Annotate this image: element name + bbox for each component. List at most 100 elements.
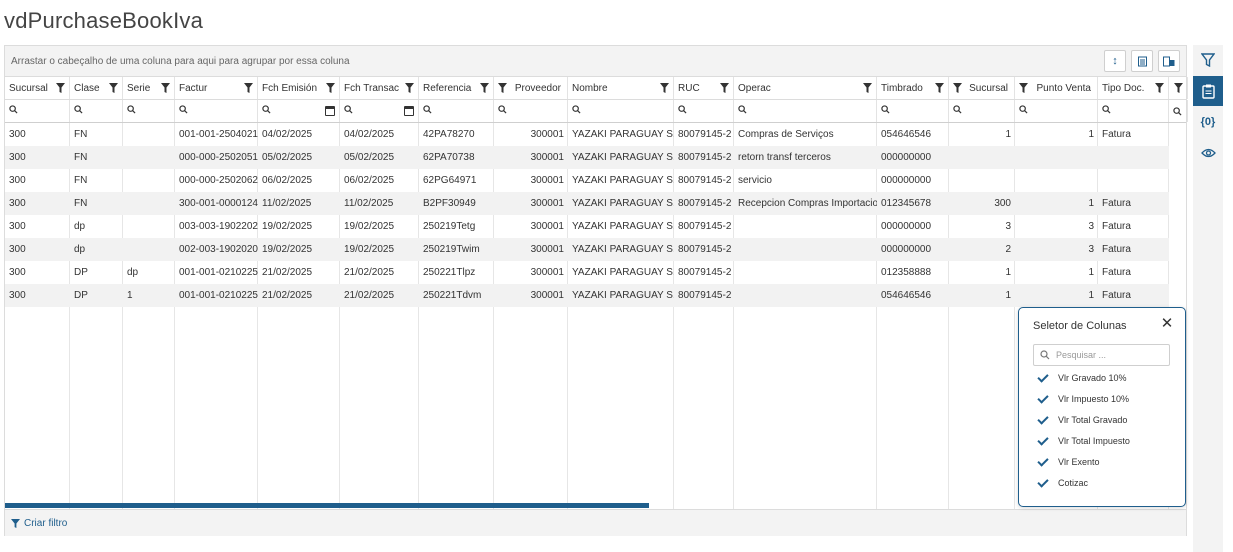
table-row[interactable]: 300 FN 000-000-2502062 06/02/2025 06/02/2025…: [5, 169, 1169, 192]
table-cell[interactable]: 2: [949, 238, 1015, 261]
column-header[interactable]: Operac: [734, 77, 877, 99]
table-cell[interactable]: 1: [123, 284, 175, 307]
table-cell[interactable]: YAZAKI PARAGUAY S.A.: [568, 192, 674, 215]
table-cell[interactable]: 19/02/2025: [258, 238, 340, 261]
rail-clipboard-button[interactable]: [1193, 76, 1223, 106]
column-filter-icon[interactable]: [935, 83, 944, 93]
table-cell[interactable]: 012358888: [877, 261, 949, 284]
table-cell[interactable]: 000000000: [877, 146, 949, 169]
table-cell[interactable]: [123, 238, 175, 261]
table-cell[interactable]: 80079145-2: [674, 284, 734, 307]
filter-cell[interactable]: [258, 100, 340, 122]
create-filter-link[interactable]: Criar filtro: [11, 518, 67, 529]
calendar-icon[interactable]: [325, 106, 335, 116]
column-header[interactable]: Nombre: [568, 77, 674, 99]
filter-cell[interactable]: [949, 100, 1015, 122]
table-cell[interactable]: dp: [123, 261, 175, 284]
table-cell[interactable]: 1: [1015, 261, 1098, 284]
table-cell[interactable]: FN: [70, 123, 123, 146]
table-cell[interactable]: 04/02/2025: [258, 123, 340, 146]
table-cell[interactable]: [949, 169, 1015, 192]
table-cell[interactable]: 001-001-0210225: [175, 261, 258, 284]
table-cell[interactable]: dp: [70, 238, 123, 261]
table-cell[interactable]: 80079145-2: [674, 238, 734, 261]
column-chooser-item[interactable]: Vlr Total Gravado: [1037, 412, 1127, 428]
checkmark-icon[interactable]: [1037, 456, 1049, 468]
column-header[interactable]: Fch Transac: [340, 77, 419, 99]
table-cell[interactable]: [734, 215, 877, 238]
table-cell[interactable]: DP: [70, 261, 123, 284]
column-header[interactable]: Timbrado: [877, 77, 949, 99]
table-cell[interactable]: 21/02/2025: [340, 261, 419, 284]
column-header[interactable]: RUC: [674, 77, 734, 99]
column-chooser-item[interactable]: Vlr Impuesto 10%: [1037, 391, 1129, 407]
table-cell[interactable]: B2PF30949: [419, 192, 494, 215]
table-cell[interactable]: [734, 284, 877, 307]
table-row[interactable]: 300 dp 003-003-1902202 19/02/2025 19/02/2025…: [5, 215, 1169, 238]
table-cell[interactable]: 002-003-1902020: [175, 238, 258, 261]
column-filter-icon[interactable]: [953, 83, 962, 93]
table-cell[interactable]: 62PG64971: [419, 169, 494, 192]
table-cell[interactable]: 000-000-2502051: [175, 146, 258, 169]
table-cell[interactable]: YAZAKI PARAGUAY S.A.: [568, 215, 674, 238]
column-filter-icon[interactable]: [863, 83, 872, 93]
table-cell[interactable]: Fatura: [1098, 261, 1169, 284]
table-cell[interactable]: [1015, 146, 1098, 169]
table-cell[interactable]: 11/02/2025: [340, 192, 419, 215]
table-cell[interactable]: DP: [70, 284, 123, 307]
filter-cell[interactable]: [340, 100, 419, 122]
checkmark-icon[interactable]: [1037, 477, 1049, 489]
column-filter-icon[interactable]: [56, 83, 65, 93]
column-filter-icon[interactable]: [720, 83, 729, 93]
table-cell[interactable]: 42PA78270: [419, 123, 494, 146]
table-cell[interactable]: 05/02/2025: [340, 146, 419, 169]
table-cell[interactable]: 003-003-1902202: [175, 215, 258, 238]
table-cell[interactable]: dp: [70, 215, 123, 238]
table-cell[interactable]: [734, 238, 877, 261]
table-cell[interactable]: 3: [1015, 215, 1098, 238]
sort-button[interactable]: ↕: [1104, 50, 1126, 72]
table-cell[interactable]: Fatura: [1098, 192, 1169, 215]
filter-cell[interactable]: [175, 100, 258, 122]
column-filter-icon[interactable]: [660, 83, 669, 93]
rail-filter-button[interactable]: [1193, 45, 1223, 75]
filter-cell[interactable]: [494, 100, 568, 122]
column-chooser-item[interactable]: Vlr Total Impuesto: [1037, 433, 1130, 449]
table-row[interactable]: 300 FN 000-000-2502051 05/02/2025 05/02/2025…: [5, 146, 1169, 169]
table-cell[interactable]: 19/02/2025: [258, 215, 340, 238]
table-cell[interactable]: 300-001-0000124: [175, 192, 258, 215]
table-cell[interactable]: 300001: [494, 192, 568, 215]
table-cell[interactable]: [1098, 169, 1169, 192]
checkmark-icon[interactable]: [1037, 393, 1049, 405]
calendar-icon[interactable]: [404, 106, 414, 116]
table-cell[interactable]: 62PA70738: [419, 146, 494, 169]
table-cell[interactable]: 300001: [494, 169, 568, 192]
table-cell[interactable]: 250221Tdvm: [419, 284, 494, 307]
table-cell[interactable]: 300001: [494, 146, 568, 169]
table-cell[interactable]: Recepcion Compras Importacion: [734, 192, 877, 215]
column-header[interactable]: Referencia: [419, 77, 494, 99]
table-cell[interactable]: 300001: [494, 215, 568, 238]
filter-cell[interactable]: [419, 100, 494, 122]
table-cell[interactable]: 250219Tetg: [419, 215, 494, 238]
table-cell[interactable]: 300: [949, 192, 1015, 215]
table-cell[interactable]: [123, 146, 175, 169]
table-cell[interactable]: 300: [5, 146, 70, 169]
checkmark-icon[interactable]: [1037, 372, 1049, 384]
table-cell[interactable]: 000000000: [877, 215, 949, 238]
filter-cell[interactable]: [1098, 100, 1169, 122]
table-cell[interactable]: 80079145-2: [674, 146, 734, 169]
table-cell[interactable]: Fatura: [1098, 123, 1169, 146]
table-cell[interactable]: 300001: [494, 123, 568, 146]
group-panel[interactable]: Arrastar o cabeçalho de uma coluna para …: [5, 46, 1186, 77]
table-cell[interactable]: 300001: [494, 261, 568, 284]
table-cell[interactable]: YAZAKI PARAGUAY S.A.: [568, 146, 674, 169]
table-cell[interactable]: 300: [5, 169, 70, 192]
column-header[interactable]: Factur: [175, 77, 258, 99]
table-cell[interactable]: 300: [5, 238, 70, 261]
table-cell[interactable]: retorn transf terceros: [734, 146, 877, 169]
table-cell[interactable]: YAZAKI PARAGUAY S.A.: [568, 261, 674, 284]
checkmark-icon[interactable]: [1037, 435, 1049, 447]
table-cell[interactable]: 1: [949, 123, 1015, 146]
filter-cell[interactable]: [1015, 100, 1098, 122]
